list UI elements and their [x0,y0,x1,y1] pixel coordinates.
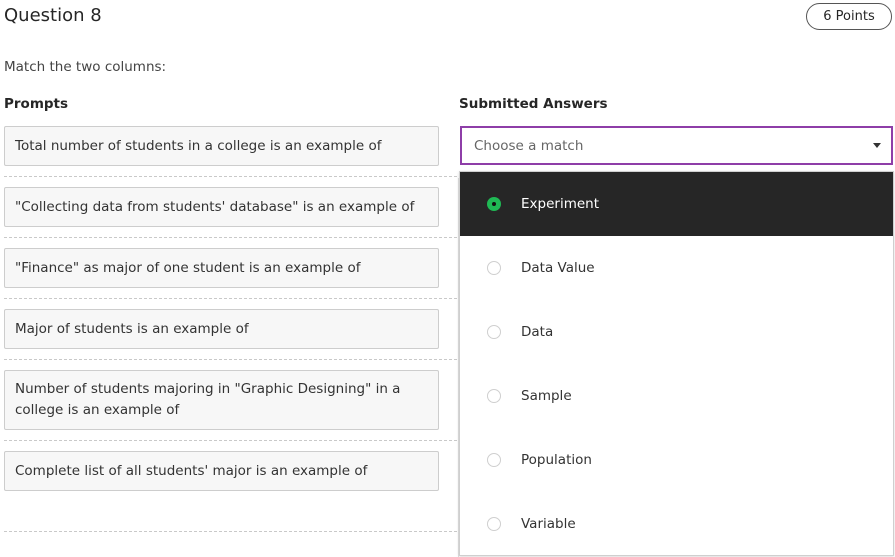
prompt-item: Complete list of all students' major is … [4,451,439,491]
answers-header: Submitted Answers [459,96,608,112]
row-separator [4,531,462,532]
prompt-item: Total number of students in a college is… [4,126,439,166]
option-population[interactable]: Population [460,428,893,492]
option-data-value[interactable]: Data Value [460,236,893,300]
points-badge: 6 Points [806,3,892,30]
question-title: Question 8 [4,5,102,26]
option-experiment[interactable]: Experiment [460,172,893,236]
option-data[interactable]: Data [460,300,893,364]
option-variable[interactable]: Variable [460,492,893,556]
row-separator [4,237,462,238]
prompt-item: "Collecting data from students' database… [4,187,439,227]
row-separator [4,298,462,299]
match-select[interactable]: Choose a match [460,126,893,165]
option-label: Data Value [521,260,595,276]
radio-icon [487,453,501,467]
prompts-header: Prompts [4,96,69,112]
row-separator [4,359,462,360]
row-separator [4,440,462,441]
select-placeholder: Choose a match [474,137,584,154]
option-label: Data [521,324,554,340]
row-separator [4,176,462,177]
prompt-item: "Finance" as major of one student is an … [4,248,439,288]
option-sample[interactable]: Sample [460,364,893,428]
radio-icon [487,325,501,339]
radio-selected-icon [487,197,501,211]
match-dropdown-menu: Experiment Data Value Data Sample Popula… [459,171,894,556]
question-instructions: Match the two columns: [4,59,167,75]
option-label: Experiment [521,196,600,212]
radio-icon [487,389,501,403]
option-label: Sample [521,388,572,404]
prompt-item: Major of students is an example of [4,309,439,349]
prompt-item: Number of students majoring in "Graphic … [4,370,439,430]
radio-icon [487,517,501,531]
radio-icon [487,261,501,275]
caret-down-icon [873,143,881,148]
option-label: Variable [521,516,576,532]
option-label: Population [521,452,592,468]
